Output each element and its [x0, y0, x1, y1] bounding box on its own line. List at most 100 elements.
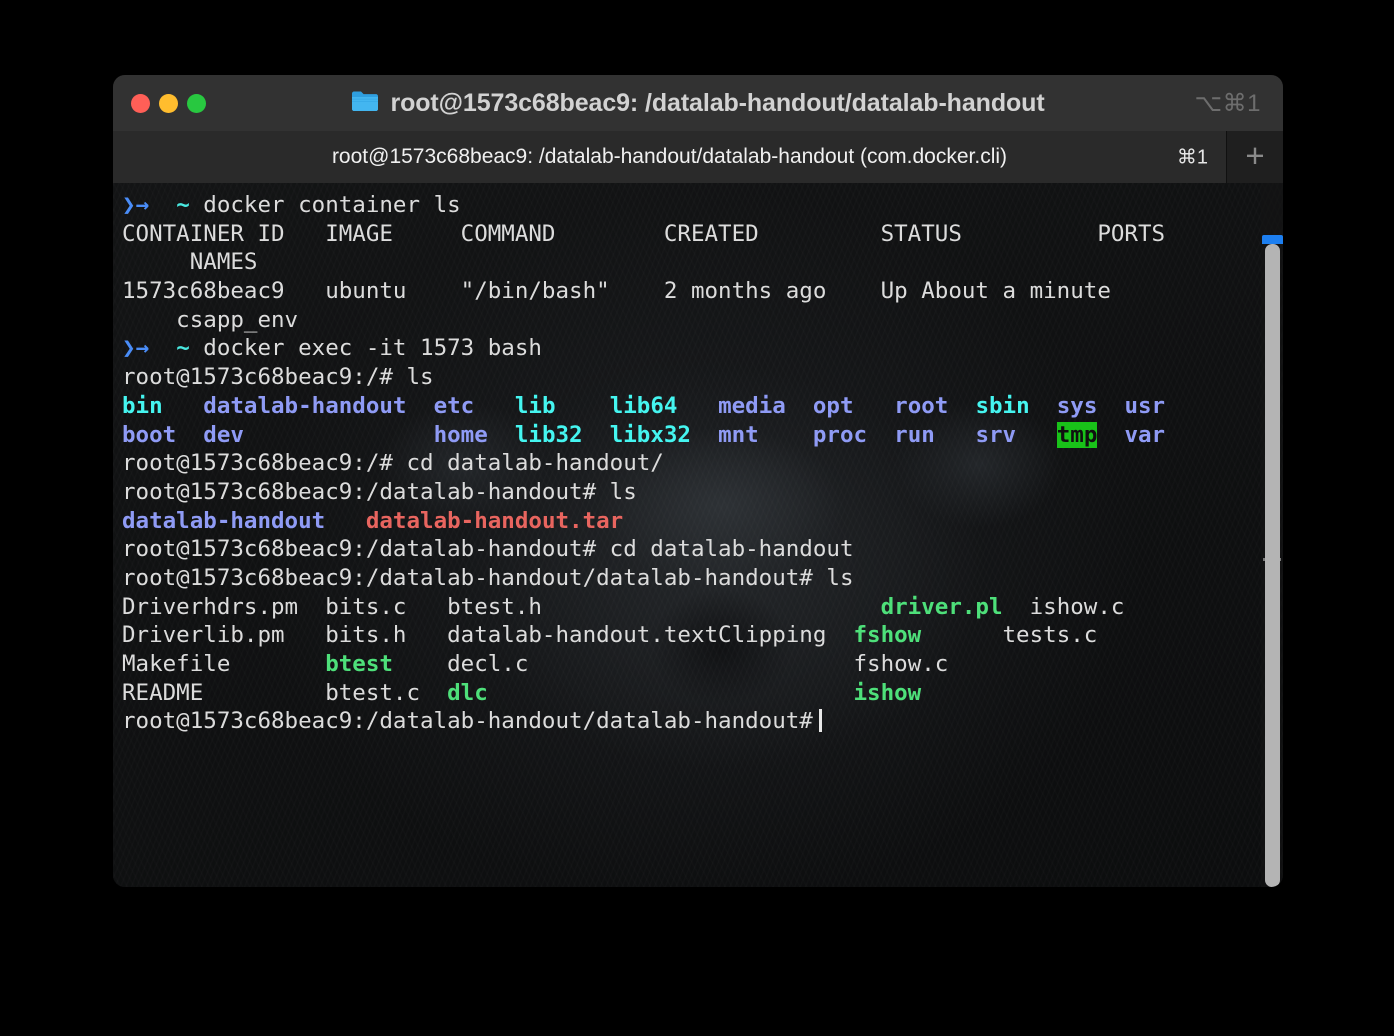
- terminal-text: Makefile: [122, 651, 325, 677]
- prompt-root-ls: root@1573c68beac9:/# ls: [122, 363, 1283, 392]
- terminal-text: [948, 393, 975, 419]
- ls-inner-row-2: Driverlib.pm bits.h datalab-handout.text…: [122, 621, 1283, 650]
- terminal-text: [244, 422, 434, 448]
- terminal-text: mnt: [718, 422, 759, 448]
- terminal-text: [149, 192, 176, 218]
- scroll-thumb[interactable]: [1265, 244, 1280, 887]
- terminal-text: var: [1124, 422, 1165, 448]
- terminal-text: lib: [515, 393, 556, 419]
- prompt-cd-datalab: root@1573c68beac9:/# cd datalab-handout/: [122, 449, 1283, 478]
- terminal-text: 1573c68beac9 ubuntu "/bin/bash" 2 months…: [122, 278, 1111, 304]
- new-tab-button[interactable]: +: [1226, 131, 1283, 183]
- terminal-text: root@1573c68beac9:/datalab-handout# cd d…: [122, 536, 854, 562]
- terminal-text: Driverlib.pm bits.h datalab-handout.text…: [122, 622, 854, 648]
- terminal-text: datalab-handout: [203, 393, 406, 419]
- terminal-text: root@1573c68beac9:/# ls: [122, 364, 434, 390]
- terminal-text: decl.c fshow.c: [393, 651, 948, 677]
- terminal-text: root: [894, 393, 948, 419]
- terminal-text: driver.pl: [881, 594, 1003, 620]
- terminal-text: media: [718, 393, 786, 419]
- terminal-text: [176, 422, 203, 448]
- terminal-text: ishow.c: [1003, 594, 1125, 620]
- prompt-docker-container-ls: ❯→ ~ docker container ls: [122, 191, 1283, 220]
- terminal-text: sbin: [975, 393, 1029, 419]
- terminal-text: run: [894, 422, 935, 448]
- terminal-text: [556, 393, 610, 419]
- terminal-text: [583, 422, 610, 448]
- terminal-text: proc: [813, 422, 867, 448]
- window-title: root@1573c68beac9: /datalab-handout/data…: [390, 89, 1044, 118]
- terminal-body[interactable]: ❯→ ~ docker container lsCONTAINER ID IMA…: [113, 183, 1283, 887]
- terminal-text: docker exec -it 1573 bash: [190, 335, 542, 361]
- terminal-text: datalab-handout: [122, 508, 325, 534]
- terminal-window: root@1573c68beac9: /datalab-handout/data…: [113, 75, 1283, 887]
- ls-inner-row-3: Makefile btest decl.c fshow.c: [122, 650, 1283, 679]
- terminal-text: root@1573c68beac9:/# cd datalab-handout/: [122, 450, 664, 476]
- tab-label: root@1573c68beac9: /datalab-handout/data…: [332, 145, 1007, 169]
- terminal-text: tests.c: [921, 622, 1097, 648]
- terminal-text: srv: [975, 422, 1016, 448]
- terminal-text: [1097, 422, 1124, 448]
- ls-datalab-row: datalab-handout datalab-handout.tar: [122, 507, 1283, 536]
- terminal-screen[interactable]: ❯→ ~ docker container lsCONTAINER ID IMA…: [113, 183, 1283, 887]
- terminal-text: [935, 422, 976, 448]
- terminal-text: [163, 393, 204, 419]
- terminal-text: lib64: [610, 393, 678, 419]
- terminal-text: [1030, 393, 1057, 419]
- traffic-light-buttons: [131, 94, 206, 113]
- terminal-text: [691, 422, 718, 448]
- terminal-text: ~: [176, 192, 190, 218]
- maximize-button[interactable]: [187, 94, 206, 113]
- tab-active-session[interactable]: root@1573c68beac9: /datalab-handout/data…: [113, 131, 1226, 183]
- window-title-bar[interactable]: root@1573c68beac9: /datalab-handout/data…: [113, 75, 1283, 131]
- scroll-position-marker: [1262, 235, 1283, 244]
- terminal-text: usr: [1124, 393, 1165, 419]
- ls-inner-row-1: Driverhdrs.pm bits.c btest.h driver.pl i…: [122, 593, 1283, 622]
- terminal-text: [488, 422, 515, 448]
- terminal-text: csapp_env: [122, 307, 298, 333]
- terminal-text: [149, 335, 176, 361]
- ls-root-row-1: bin datalab-handout etc lib lib64 media …: [122, 392, 1283, 421]
- ps-header: CONTAINER ID IMAGE COMMAND CREATED STATU…: [122, 220, 1283, 249]
- terminal-text: root@1573c68beac9:/datalab-handout/datal…: [122, 708, 813, 734]
- prompt-docker-exec: ❯→ ~ docker exec -it 1573 bash: [122, 334, 1283, 363]
- terminal-text: opt: [813, 393, 854, 419]
- ls-root-row-2: boot dev home lib32 libx32 mnt proc run …: [122, 421, 1283, 450]
- terminal-text: [677, 393, 718, 419]
- terminal-text: README btest.c: [122, 680, 447, 706]
- ps-row-1: 1573c68beac9 ubuntu "/bin/bash" 2 months…: [122, 277, 1283, 306]
- terminal-text: lib32: [515, 422, 583, 448]
- terminal-scrollbar[interactable]: [1261, 183, 1283, 887]
- tab-shortcut-hint: ⌘1: [1177, 145, 1208, 170]
- terminal-text: bin: [122, 393, 163, 419]
- terminal-text: boot: [122, 422, 176, 448]
- terminal-text: btest: [325, 651, 393, 677]
- terminal-text: [1097, 393, 1124, 419]
- ps-header-names: NAMES: [122, 248, 1283, 277]
- terminal-text: ❯→: [122, 335, 149, 361]
- folder-icon: [351, 89, 379, 117]
- text-cursor: [819, 709, 822, 732]
- terminal-text: sys: [1057, 393, 1098, 419]
- tab-bar: root@1573c68beac9: /datalab-handout/data…: [113, 131, 1283, 183]
- terminal-text: ~: [176, 335, 190, 361]
- terminal-text: [786, 393, 813, 419]
- title-center-group: root@1573c68beac9: /datalab-handout/data…: [113, 89, 1283, 118]
- close-button[interactable]: [131, 94, 150, 113]
- terminal-text: Driverhdrs.pm bits.c btest.h: [122, 594, 881, 620]
- terminal-text: ishow: [854, 680, 922, 706]
- prompt-final: root@1573c68beac9:/datalab-handout/datal…: [122, 707, 1283, 736]
- terminal-text: [759, 422, 813, 448]
- terminal-text: NAMES: [122, 249, 257, 275]
- minimize-button[interactable]: [159, 94, 178, 113]
- terminal-text: etc: [434, 393, 475, 419]
- terminal-text: [854, 393, 895, 419]
- ls-inner-row-4: README btest.c dlc ishow: [122, 679, 1283, 708]
- terminal-text: [474, 393, 515, 419]
- terminal-text: [406, 393, 433, 419]
- terminal-text: dev: [203, 422, 244, 448]
- terminal-text: home: [434, 422, 488, 448]
- terminal-text: fshow: [854, 622, 922, 648]
- terminal-text: root@1573c68beac9:/datalab-handout/datal…: [122, 565, 854, 591]
- window-shortcut-hint: ⌥⌘1: [1194, 89, 1261, 118]
